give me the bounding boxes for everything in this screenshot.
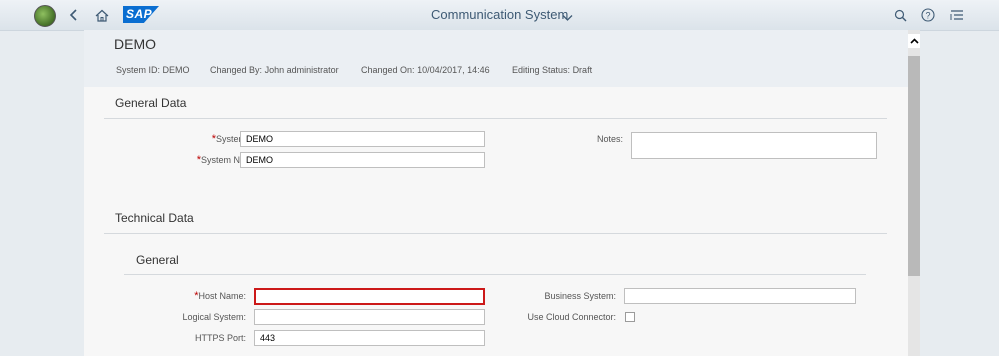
scroll-thumb[interactable] [908, 56, 920, 276]
section-divider [104, 118, 887, 119]
notifications-menu-icon[interactable] [949, 7, 965, 23]
scroll-up-icon[interactable] [908, 34, 920, 48]
section-title-general-data: General Data [115, 96, 187, 110]
use-cloud-connector-label: Use Cloud Connector: [527, 312, 616, 322]
subsection-title-general: General [136, 253, 179, 267]
https-port-field[interactable] [254, 330, 485, 346]
notes-textarea[interactable] [631, 132, 877, 159]
subsection-divider [124, 274, 866, 275]
logical-system-label: Logical System: [182, 312, 246, 322]
https-port-label: HTTPS Port: [194, 333, 246, 343]
svg-text:?: ? [925, 11, 930, 21]
business-system-label: Business System: [544, 291, 616, 301]
shell-bar: SAP Communication System ? [0, 0, 999, 31]
sap-logo: SAP [123, 6, 159, 23]
search-icon[interactable] [892, 7, 908, 23]
vertical-scrollbar[interactable] [908, 30, 920, 356]
chevron-down-icon[interactable] [562, 9, 573, 27]
notes-label: Notes: [596, 134, 623, 144]
section-title-technical-data: Technical Data [115, 211, 194, 225]
header-attr-changed-on: Changed On: 10/04/2017, 14:46 [361, 65, 490, 75]
user-avatar[interactable] [34, 5, 56, 27]
home-icon[interactable] [94, 7, 110, 23]
header-attr-changed-by: Changed By: John administrator [210, 65, 339, 75]
back-icon[interactable] [66, 7, 82, 23]
object-header: DEMO System ID: DEMO Changed By: John ad… [84, 30, 908, 87]
header-attr-editing-status: Editing Status: Draft [512, 65, 593, 75]
host-name-field[interactable] [254, 288, 485, 305]
logical-system-field[interactable] [254, 309, 485, 325]
object-page: DEMO System ID: DEMO Changed By: John ad… [84, 30, 908, 356]
section-divider [104, 233, 887, 234]
object-title: DEMO [114, 36, 156, 52]
system-name-field[interactable] [240, 152, 485, 168]
host-name-label: *Host Name: [194, 290, 246, 302]
system-id-field[interactable] [240, 131, 485, 147]
app-title[interactable]: Communication System [431, 7, 568, 22]
use-cloud-connector-checkbox[interactable] [625, 312, 635, 322]
header-attr-system-id: System ID: DEMO [116, 65, 190, 75]
help-icon[interactable]: ? [920, 7, 936, 23]
business-system-field[interactable] [624, 288, 856, 304]
